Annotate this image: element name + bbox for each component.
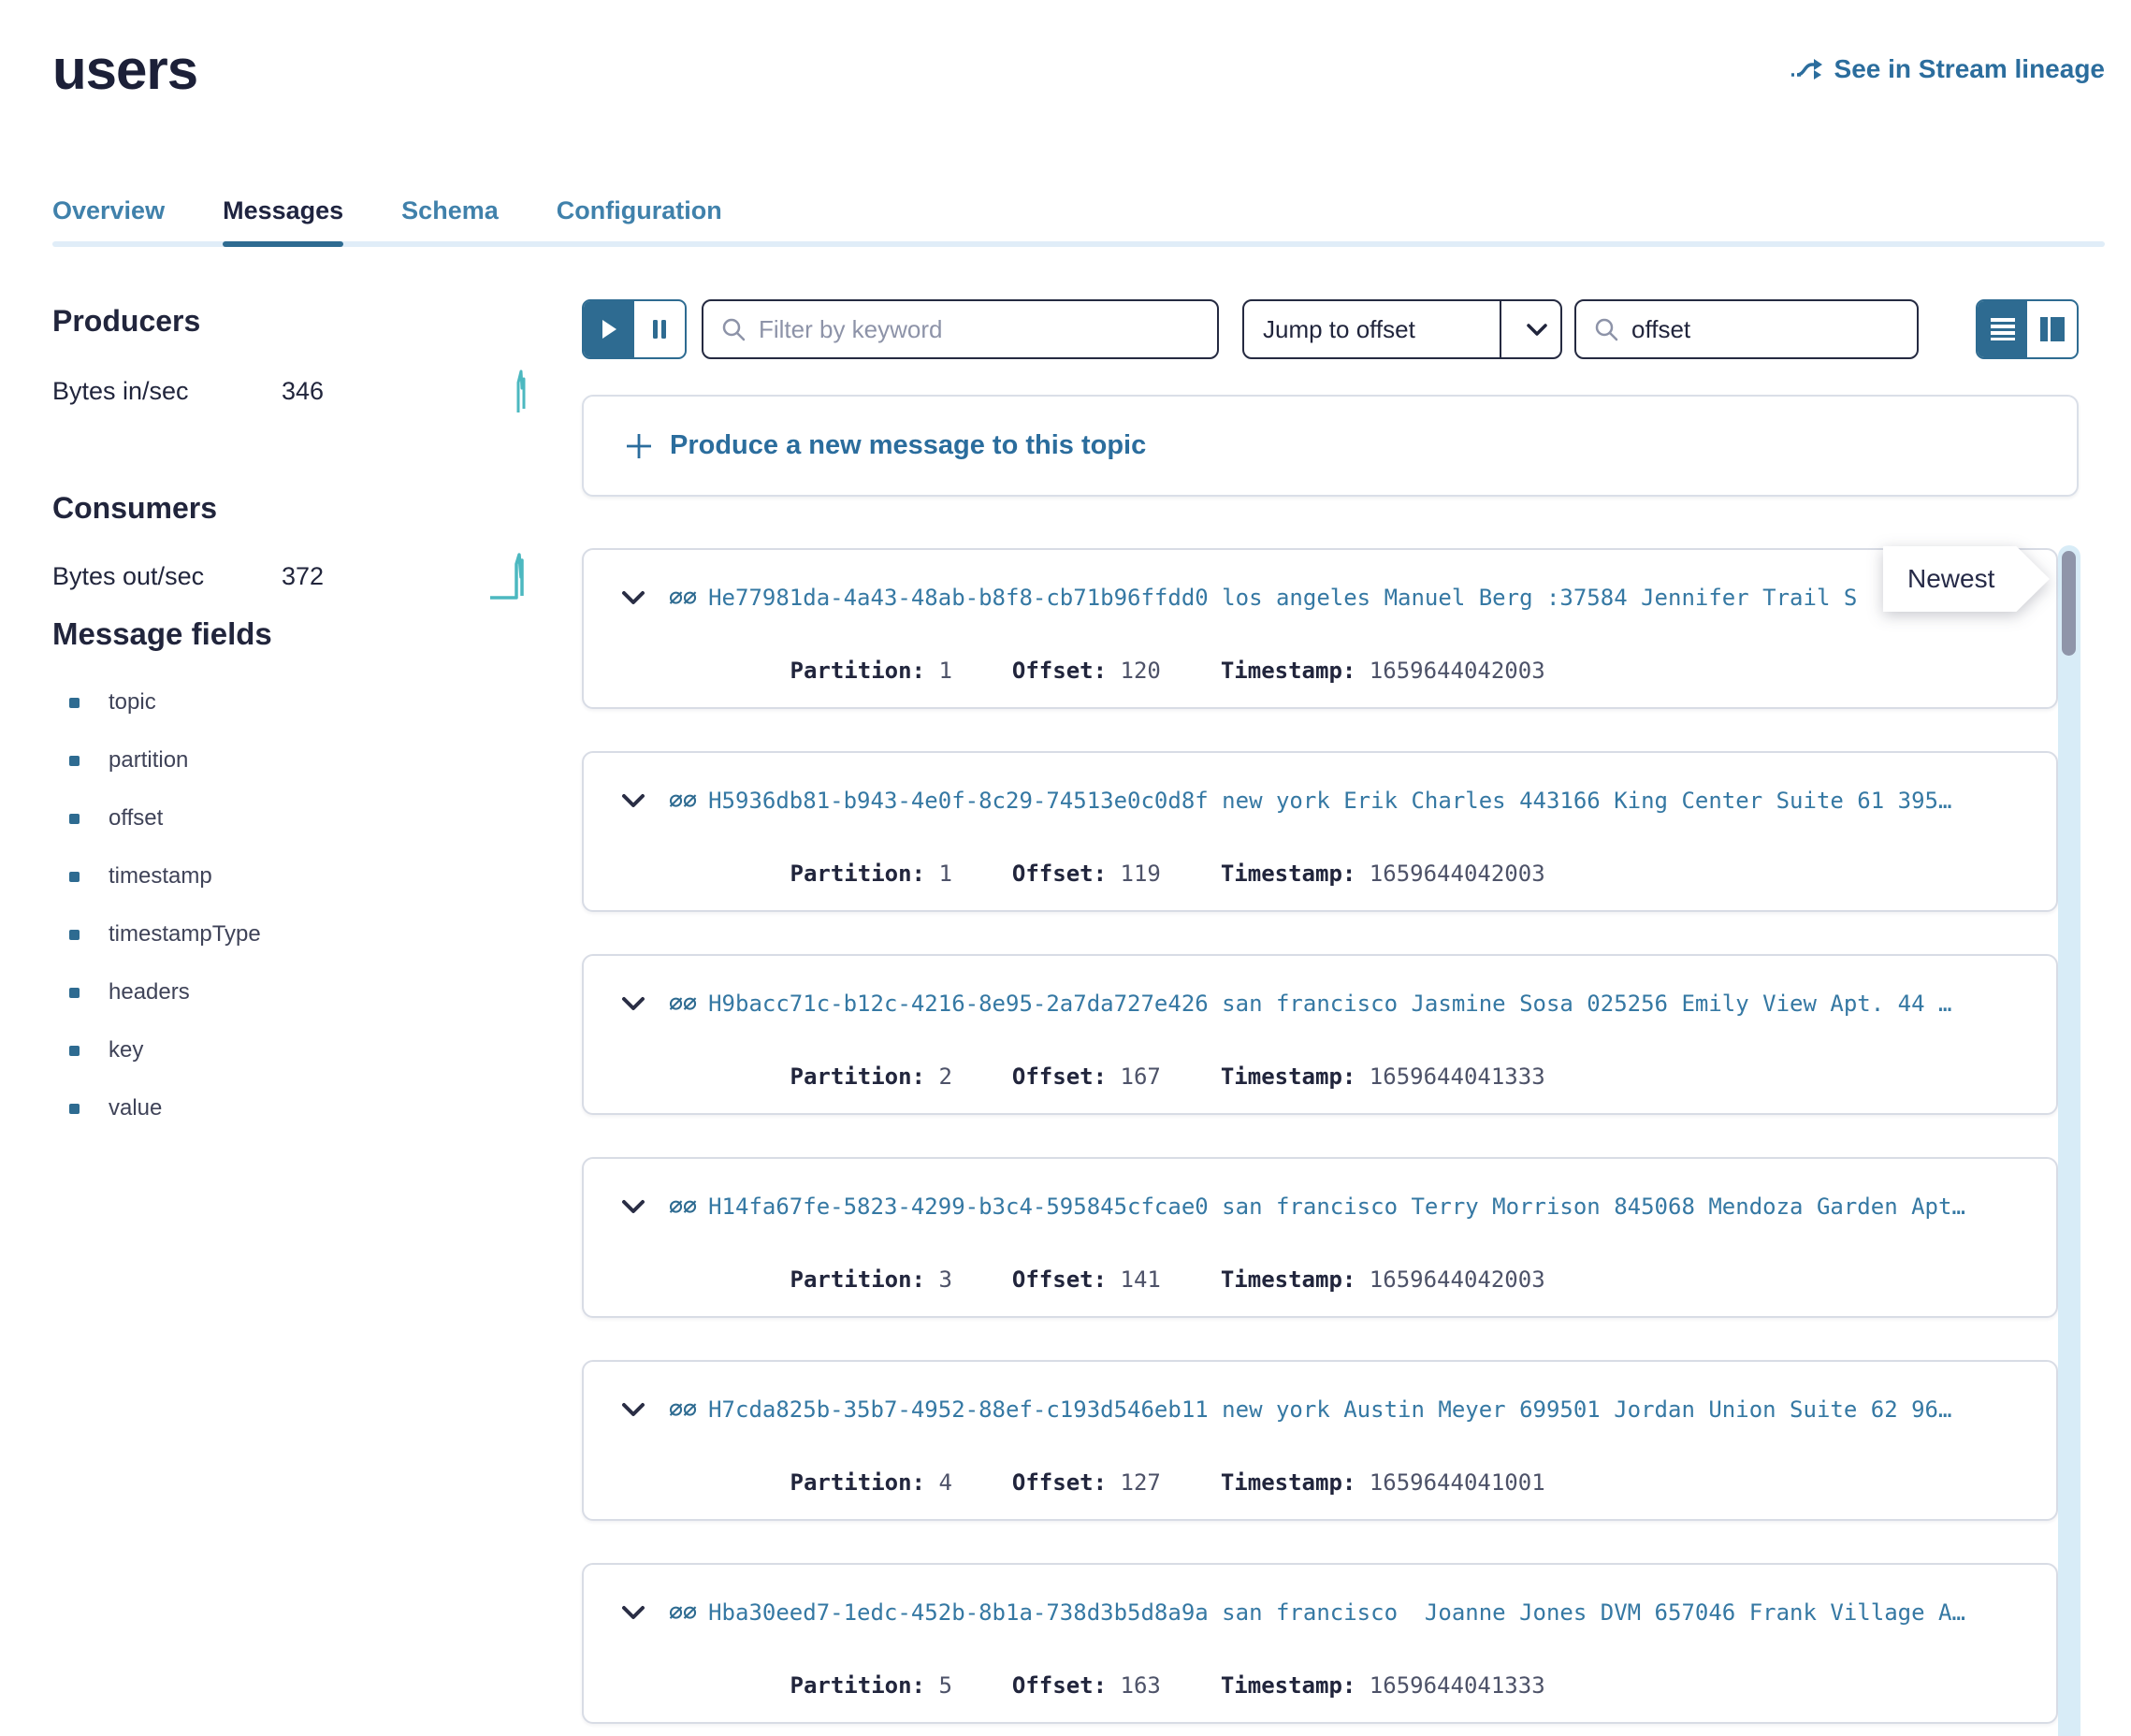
select-divider [1500, 301, 1501, 357]
field-bullet-icon [69, 988, 80, 998]
message-meta: Partition: 3Offset: 141Timestamp: 165964… [621, 1240, 2028, 1319]
scrollbar-track[interactable] [2058, 545, 2080, 1736]
field-item-timestampType[interactable]: timestampType [52, 921, 261, 948]
message-format-icons: ∅∅ [669, 1193, 697, 1220]
message-meta: Partition: 1Offset: 119Timestamp: 165964… [621, 834, 2028, 913]
message-key-preview: H7cda825b-35b7-4952-88ef-c193d546eb11 ne… [708, 1396, 1951, 1423]
field-bullet-icon [69, 756, 80, 766]
topic-messages-page: users See in Stream lineage Overview Mes… [0, 0, 2131, 1736]
field-bullet-icon [69, 930, 80, 940]
bytes-out-sparkline [488, 553, 528, 601]
tab-overview[interactable]: Overview [52, 196, 165, 249]
field-bullet-icon [69, 1104, 80, 1114]
filter-input-box [702, 299, 1219, 359]
play-button[interactable] [584, 301, 634, 357]
plus-icon [625, 432, 653, 460]
message-list: ∅∅ He77981da-4a43-48ab-b8f8-cb71b96ffdd0… [582, 548, 2058, 1724]
tab-track [52, 241, 2105, 247]
message-fields-heading: Message fields [52, 616, 272, 652]
message-row[interactable]: ∅∅ H5936db81-b943-4e0f-8c29-74513e0c0d8f… [582, 751, 2058, 912]
pause-button[interactable] [634, 301, 685, 357]
message-meta: Partition: 5Offset: 163Timestamp: 165964… [621, 1646, 2028, 1725]
offset-search-input[interactable] [1631, 315, 1900, 344]
jump-to-offset-value: Jump to offset [1244, 315, 1487, 344]
message-key-preview: H14fa67fe-5823-4299-b3c4-595845cfcae0 sa… [708, 1194, 1965, 1220]
field-item-offset[interactable]: offset [52, 805, 261, 832]
split-view-button[interactable] [2027, 301, 2077, 357]
chevron-down-icon[interactable] [621, 996, 645, 1011]
newest-tooltip: Newest [1883, 546, 2050, 612]
bytes-in-value: 346 [282, 377, 324, 406]
messages-panel: Jump to offset [582, 299, 2079, 1736]
message-row[interactable]: ∅∅ Hba30eed7-1edc-452b-8b1a-738d3b5d8a9a… [582, 1563, 2058, 1724]
view-toggle-group [1976, 299, 2079, 359]
message-key-preview: Hba30eed7-1edc-452b-8b1a-738d3b5d8a9a sa… [708, 1599, 1965, 1626]
bytes-out-label: Bytes out/sec [52, 562, 282, 591]
chevron-down-icon[interactable] [621, 793, 645, 808]
message-key-preview: H9bacc71c-b12c-4216-8e95-2a7da727e426 sa… [708, 991, 1951, 1017]
message-meta: Partition: 1Offset: 120Timestamp: 165964… [621, 631, 2028, 710]
chevron-down-icon[interactable] [1514, 323, 1560, 337]
field-item-partition[interactable]: partition [52, 747, 261, 774]
bytes-out-metric: Bytes out/sec 372 [52, 562, 324, 591]
play-icon [600, 318, 618, 340]
tab-schema[interactable]: Schema [401, 196, 499, 249]
tab-configuration[interactable]: Configuration [557, 196, 722, 249]
message-format-icons: ∅∅ [669, 990, 697, 1017]
page-title: users [52, 37, 197, 102]
message-format-icons: ∅∅ [669, 584, 697, 611]
chevron-down-icon[interactable] [621, 590, 645, 605]
newest-tooltip-label: Newest [1883, 546, 2050, 612]
list-view-button[interactable] [1978, 301, 2027, 357]
message-row[interactable]: ∅∅ H7cda825b-35b7-4952-88ef-c193d546eb11… [582, 1360, 2058, 1521]
stream-lineage-icon [1790, 57, 1823, 81]
field-bullet-icon [69, 872, 80, 882]
message-format-icons: ∅∅ [669, 1599, 697, 1626]
play-pause-group [582, 299, 687, 359]
split-view-icon [2038, 315, 2066, 343]
message-key-preview: He77981da-4a43-48ab-b8f8-cb71b96ffdd0 lo… [708, 585, 1857, 611]
field-item-topic[interactable]: topic [52, 689, 261, 716]
filter-input[interactable] [759, 315, 1200, 344]
field-item-value[interactable]: value [52, 1095, 261, 1121]
field-item-headers[interactable]: headers [52, 979, 261, 1005]
topic-tabs: Overview Messages Schema Configuration [52, 196, 2105, 249]
bytes-out-value: 372 [282, 562, 324, 591]
field-bullet-icon [69, 814, 80, 824]
tab-messages[interactable]: Messages [223, 196, 343, 249]
stream-lineage-label: See in Stream lineage [1834, 54, 2105, 84]
scrollbar-thumb[interactable] [2062, 551, 2076, 656]
offset-search-box [1574, 299, 1919, 359]
consumers-heading: Consumers [52, 491, 217, 526]
jump-to-offset-select[interactable]: Jump to offset [1242, 299, 1562, 359]
field-bullet-icon [69, 698, 80, 708]
message-fields-list: topic partition offset timestamp timesta… [52, 689, 261, 1153]
field-item-timestamp[interactable]: timestamp [52, 863, 261, 890]
bytes-in-sparkline [513, 369, 529, 414]
producers-heading: Producers [52, 304, 200, 339]
message-key-preview: H5936db81-b943-4e0f-8c29-74513e0c0d8f ne… [708, 788, 1951, 814]
chevron-down-icon[interactable] [621, 1402, 645, 1417]
field-item-key[interactable]: key [52, 1037, 261, 1063]
message-format-icons: ∅∅ [669, 787, 697, 814]
chevron-down-icon[interactable] [621, 1605, 645, 1620]
message-format-icons: ∅∅ [669, 1396, 697, 1423]
bytes-in-label: Bytes in/sec [52, 377, 282, 406]
stream-lineage-link[interactable]: See in Stream lineage [1790, 54, 2105, 84]
produce-message-label: Produce a new message to this topic [670, 430, 1146, 461]
message-meta: Partition: 2Offset: 167Timestamp: 165964… [621, 1037, 2028, 1116]
messages-toolbar: Jump to offset [582, 299, 2079, 359]
produce-message-button[interactable]: Produce a new message to this topic [582, 395, 2079, 497]
message-row[interactable]: ∅∅ H9bacc71c-b12c-4216-8e95-2a7da727e426… [582, 954, 2058, 1115]
bytes-in-metric: Bytes in/sec 346 [52, 377, 324, 406]
message-meta: Partition: 4Offset: 127Timestamp: 165964… [621, 1443, 2028, 1522]
search-icon [1593, 316, 1619, 342]
message-row[interactable]: ∅∅ He77981da-4a43-48ab-b8f8-cb71b96ffdd0… [582, 548, 2058, 709]
list-view-icon [1989, 316, 2017, 342]
pause-icon [651, 318, 668, 340]
chevron-down-icon[interactable] [621, 1199, 645, 1214]
search-icon [720, 316, 747, 342]
message-row[interactable]: ∅∅ H14fa67fe-5823-4299-b3c4-595845cfcae0… [582, 1157, 2058, 1318]
field-bullet-icon [69, 1046, 80, 1056]
